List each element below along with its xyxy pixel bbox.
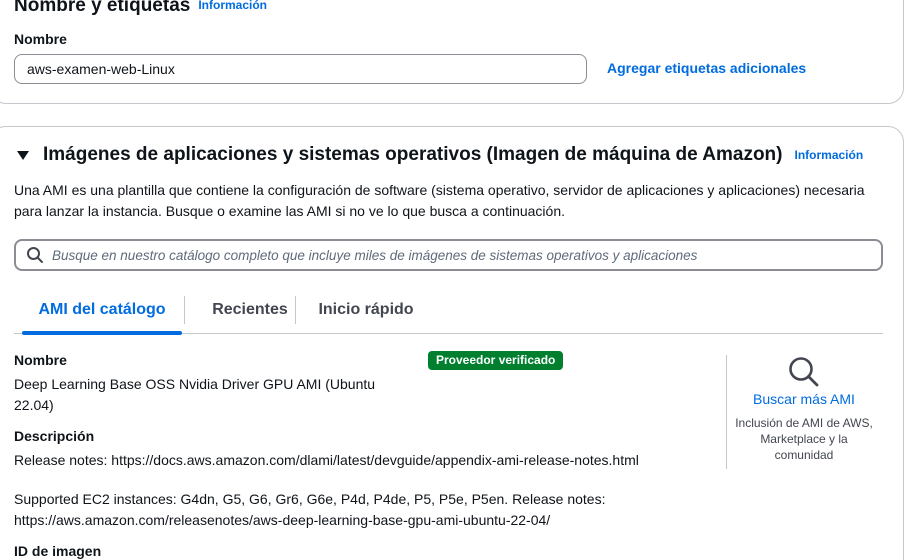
search-icon[interactable] [787, 355, 821, 389]
tab-recent[interactable]: Recientes [194, 290, 306, 332]
ami-description-line1: Release notes: https://docs.aws.amazon.c… [14, 452, 639, 468]
ami-image-id-label: ID de imagen [14, 543, 102, 559]
ami-search-box[interactable] [14, 239, 883, 271]
name-and-tags-title: Nombre y etiquetas [14, 0, 191, 16]
ami-section-heading: Imágenes de aplicaciones y sistemas oper… [14, 144, 863, 166]
tab-divider [295, 296, 296, 324]
name-and-tags-heading: Nombre y etiquetas Información [14, 0, 267, 17]
search-icon [27, 247, 43, 263]
browse-more-amis-link[interactable]: Buscar más AMI [735, 391, 873, 407]
verified-provider-badge: Proveedor verificado [428, 351, 564, 370]
add-tags-link[interactable]: Agregar etiquetas adicionales [607, 60, 806, 76]
name-label: Nombre [14, 31, 67, 47]
tab-quick-start[interactable]: Inicio rápido [306, 290, 426, 332]
name-and-tags-info-link[interactable]: Información [198, 0, 267, 12]
ami-info-link[interactable]: Información [795, 148, 864, 162]
ami-name-value: Deep Learning Base OSS Nvidia Driver GPU… [14, 376, 376, 413]
ami-section-title: Imágenes de aplicaciones y sistemas oper… [43, 144, 783, 165]
ami-description: Una AMI es una plantilla que contiene la… [14, 182, 865, 219]
ami-tabs: AMI del catálogo Recientes Inicio rápido [14, 290, 883, 335]
ami-name-label: Nombre [14, 352, 67, 368]
browse-divider [726, 355, 727, 469]
ami-description-label: Descripción [14, 428, 95, 444]
ami-description-line2: Supported EC2 instances: G4dn, G5, G6, G… [14, 491, 606, 528]
browse-more-amis-subtext: Inclusión de AMI de AWS, Marketplace y l… [735, 416, 873, 462]
collapse-caret-icon[interactable] [17, 150, 29, 160]
tab-catalog-ami[interactable]: AMI del catálogo [22, 290, 182, 335]
name-input[interactable] [14, 54, 587, 84]
ami-search-input[interactable] [52, 247, 872, 263]
browse-more-amis: Buscar más AMI Inclusión de AMI de AWS, … [735, 355, 873, 463]
tab-divider [184, 296, 185, 324]
